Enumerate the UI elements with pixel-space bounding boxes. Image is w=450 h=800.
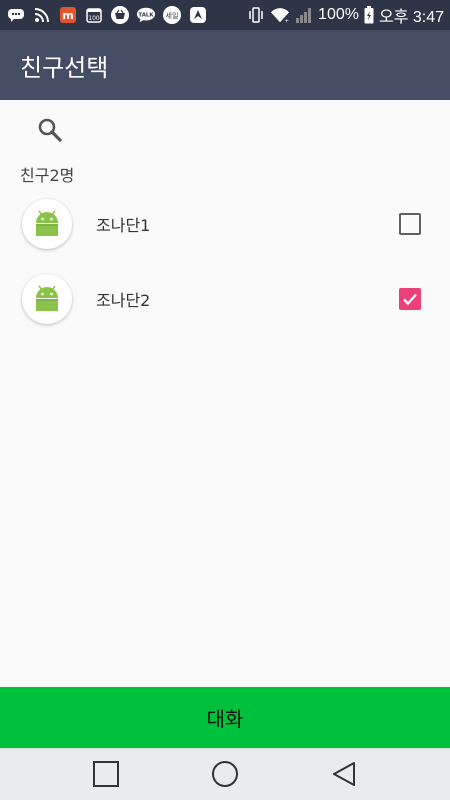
friend-name: 조나단2 — [96, 290, 151, 310]
talk-label: TALK — [138, 12, 154, 18]
battery-icon — [363, 5, 375, 25]
page-title: 친구선택 — [20, 53, 109, 82]
talk-icon: TALK — [136, 5, 156, 25]
recents-square-icon[interactable] — [91, 759, 121, 789]
shopping-basket-icon — [110, 5, 130, 25]
search-bar[interactable] — [0, 108, 450, 152]
status-bar: m 100 TALK 세일 + 100% 오후 3:47 — [0, 0, 450, 30]
sale-icon: 세일 — [162, 5, 182, 25]
list-item[interactable]: 조나단2 — [0, 261, 450, 336]
home-circle-icon[interactable] — [210, 759, 240, 789]
friend-checkbox[interactable] — [399, 287, 421, 310]
chat-bubble-icon — [6, 5, 26, 25]
back-triangle-icon[interactable] — [329, 759, 359, 789]
svg-text:m: m — [62, 9, 73, 22]
android-icon — [30, 209, 64, 239]
list-item[interactable]: 조나단1 — [0, 186, 450, 261]
avatar — [22, 273, 72, 324]
svg-text:+: + — [285, 18, 290, 24]
search-icon[interactable] — [37, 117, 63, 143]
battery-percent: 100% — [318, 6, 359, 23]
rss-icon — [32, 5, 52, 25]
calendar-100-icon: 100 — [84, 5, 104, 25]
avatar — [22, 198, 72, 249]
friend-name: 조나단1 — [96, 215, 151, 235]
navigation-bar — [0, 748, 450, 800]
signal-icon — [294, 5, 314, 25]
screen: m 100 TALK 세일 + 100% 오후 3:47 친구선택 친구2명 조… — [0, 0, 450, 800]
system-status: + 100% 오후 3:47 — [246, 3, 444, 27]
friend-list: 조나단1 조나단2 — [0, 186, 450, 336]
check-icon — [403, 293, 417, 305]
app-m-icon: m — [58, 5, 78, 25]
vibrate-icon — [246, 5, 266, 25]
sale-label: 세일 — [166, 11, 179, 20]
navigation-icon — [188, 5, 208, 25]
notification-icons: m 100 TALK 세일 — [6, 5, 208, 25]
android-icon — [30, 284, 64, 314]
friend-count: 친구2명 — [20, 166, 75, 185]
app-bar: 친구선택 — [0, 30, 450, 100]
friend-checkbox[interactable] — [399, 212, 421, 235]
wifi-icon: + — [270, 5, 290, 25]
chat-button[interactable]: 대화 — [0, 687, 450, 748]
calendar-label: 100 — [88, 15, 100, 22]
status-time: 오후 3:47 — [378, 9, 444, 26]
